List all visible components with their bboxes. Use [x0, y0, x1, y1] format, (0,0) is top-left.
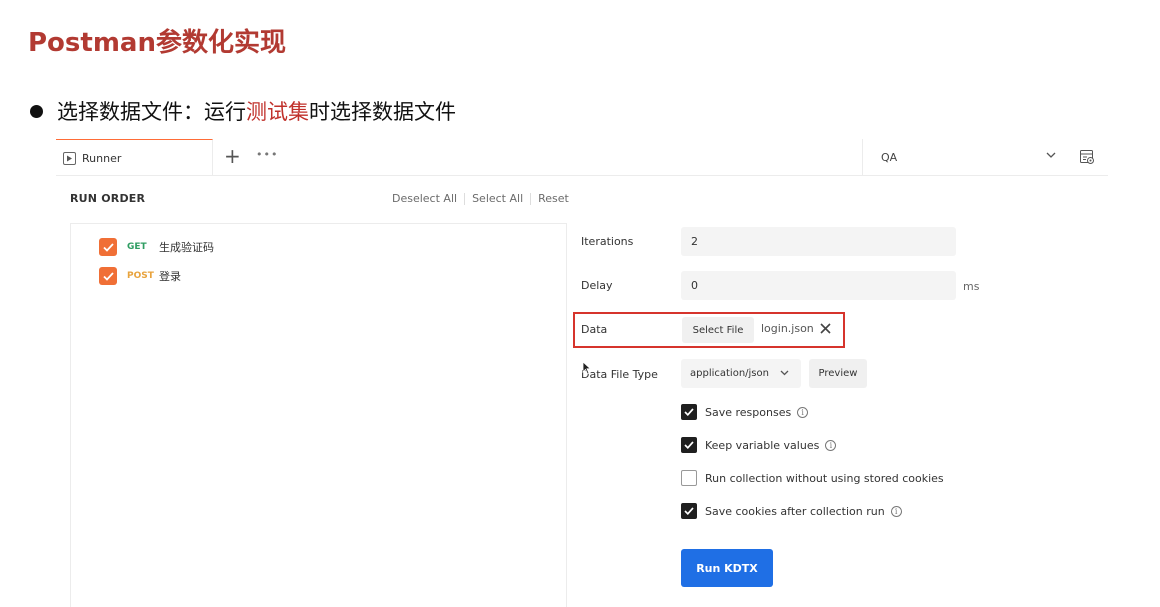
- iterations-label: Iterations: [581, 235, 634, 248]
- info-icon[interactable]: i: [825, 439, 837, 451]
- chevron-down-icon: [1046, 152, 1056, 158]
- delay-input[interactable]: 0: [681, 271, 956, 300]
- option-save-responses[interactable]: Save responses i: [681, 403, 809, 421]
- save-responses-checkbox[interactable]: [681, 404, 697, 420]
- deselect-all-button[interactable]: Deselect All: [392, 192, 457, 205]
- environment-quick-look-icon[interactable]: [1079, 149, 1095, 165]
- bullet-text-suffix: 时选择数据文件: [309, 100, 456, 124]
- mouse-cursor-icon: [582, 361, 592, 375]
- slide-title: Postman参数化实现: [28, 28, 286, 58]
- request-name: 登录: [159, 270, 181, 283]
- tab-bar: Runner + ••• QA: [56, 139, 1108, 176]
- tab-runner-label: Runner: [82, 151, 122, 165]
- request-list: GET 生成验证码 POST 登录: [70, 223, 567, 607]
- bullet-text-highlight: 测试集: [246, 100, 309, 124]
- option-label: Run collection without using stored cook…: [705, 471, 944, 485]
- bullet-text-prefix: 选择数据文件：运行: [57, 100, 246, 124]
- run-order-actions: Deselect All Select All Reset: [392, 192, 569, 205]
- selected-file-name: login.json: [761, 322, 814, 335]
- environment-value: QA: [881, 151, 898, 164]
- option-keep-variable-values[interactable]: Keep variable values i: [681, 436, 837, 454]
- run-without-cookies-checkbox[interactable]: [681, 470, 697, 486]
- iterations-input[interactable]: 2: [681, 227, 956, 256]
- request-checkbox[interactable]: [99, 238, 117, 256]
- data-label: Data: [581, 323, 608, 336]
- bullet-line: 选择数据文件：运行 测试集 时选择数据文件: [30, 96, 456, 126]
- divider: [530, 192, 532, 205]
- data-file-type-value: application/json: [690, 368, 769, 379]
- request-row-post[interactable]: POST 登录: [99, 266, 181, 286]
- option-label: Save cookies after collection run: [705, 504, 885, 518]
- save-cookies-checkbox[interactable]: [681, 503, 697, 519]
- tab-runner[interactable]: Runner: [56, 139, 213, 176]
- request-row-get[interactable]: GET 生成验证码: [99, 237, 214, 257]
- more-options-icon[interactable]: •••: [256, 148, 278, 161]
- info-icon[interactable]: i: [890, 505, 902, 517]
- option-save-cookies[interactable]: Save cookies after collection run i: [681, 502, 902, 520]
- data-file-type-label: Data File Type: [581, 368, 658, 381]
- delay-value: 0: [691, 279, 698, 292]
- divider: [464, 192, 466, 205]
- environment-select[interactable]: QA: [862, 139, 1068, 176]
- info-icon[interactable]: i: [797, 406, 809, 418]
- keep-variable-values-checkbox[interactable]: [681, 437, 697, 453]
- option-run-without-cookies[interactable]: Run collection without using stored cook…: [681, 469, 944, 487]
- close-icon[interactable]: [819, 322, 832, 335]
- runner-play-icon: [63, 151, 76, 165]
- chevron-down-icon: [780, 370, 789, 376]
- reset-button[interactable]: Reset: [538, 192, 569, 205]
- option-label: Keep variable values: [705, 438, 820, 452]
- preview-button[interactable]: Preview: [809, 359, 867, 388]
- request-method: GET: [127, 242, 147, 252]
- bullet-dot: [30, 104, 43, 118]
- delay-unit: ms: [963, 280, 980, 293]
- request-name: 生成验证码: [159, 241, 214, 254]
- request-checkbox[interactable]: [99, 267, 117, 285]
- request-method: POST: [127, 271, 154, 281]
- option-label: Save responses: [705, 405, 792, 419]
- delay-label: Delay: [581, 279, 613, 292]
- run-order-label: RUN ORDER: [70, 192, 146, 205]
- select-all-button[interactable]: Select All: [472, 192, 523, 205]
- run-collection-button[interactable]: Run KDTX: [681, 549, 773, 587]
- data-file-type-select[interactable]: application/json: [681, 359, 801, 388]
- new-tab-plus-icon[interactable]: +: [224, 145, 241, 167]
- iterations-value: 2: [691, 235, 698, 248]
- select-file-button[interactable]: Select File: [682, 317, 754, 343]
